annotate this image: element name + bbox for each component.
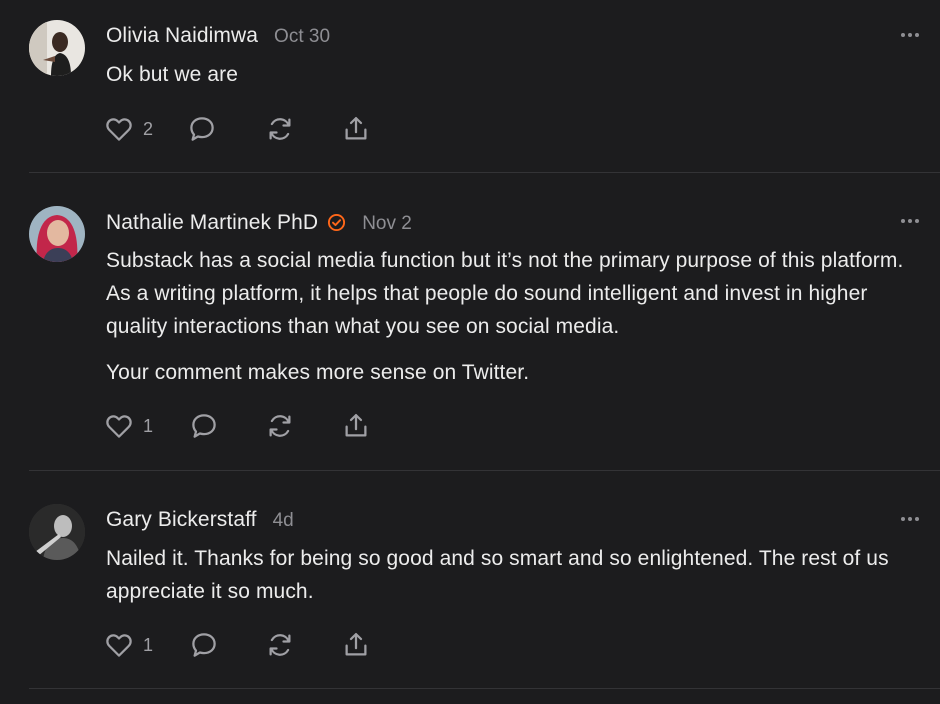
like-count: 1 [143, 634, 154, 655]
comment-date[interactable]: Nov 2 [362, 213, 412, 235]
share-icon [345, 414, 367, 437]
divider [29, 172, 940, 173]
comment-actions: 1 [104, 411, 371, 441]
comment-paragraph: Substack has a social media function but… [106, 249, 904, 338]
share-icon [345, 633, 367, 656]
like-count: 1 [143, 415, 154, 436]
like-count: 2 [143, 118, 154, 139]
comment-body: Nailed it. Thanks for being so good and … [106, 542, 926, 621]
avatar[interactable] [29, 20, 85, 76]
comment-bubble-icon [192, 633, 216, 657]
reply-button[interactable] [189, 630, 219, 660]
author-name[interactable]: Nathalie Martinek PhD [106, 211, 318, 235]
verified-check-icon [328, 213, 346, 232]
comment-header: Gary Bickerstaff 4d [106, 508, 294, 532]
comment-paragraph: Ok but we are [106, 63, 239, 86]
like-button[interactable]: 1 [104, 411, 153, 441]
more-dots-icon[interactable] [900, 217, 920, 225]
comment-header: Olivia Naidimwa Oct 30 [106, 24, 330, 48]
comment-actions: 1 [104, 630, 371, 660]
restack-icon [269, 634, 291, 656]
reply-button[interactable] [189, 411, 219, 441]
comment-actions: 2 [104, 114, 371, 144]
heart-icon [106, 634, 132, 657]
avatar[interactable] [29, 206, 85, 262]
share-icon [345, 117, 367, 140]
heart-icon [106, 118, 132, 141]
comment-paragraph: Nailed it. Thanks for being so good and … [106, 547, 889, 603]
comment-bubble-icon [192, 414, 216, 438]
author-name[interactable]: Olivia Naidimwa [106, 24, 258, 48]
restack-icon [269, 118, 291, 140]
comment-date[interactable]: 4d [273, 510, 294, 532]
reply-button[interactable] [187, 114, 217, 144]
like-button[interactable]: 1 [104, 630, 153, 660]
comment-header: Nathalie Martinek PhD Nov 2 [106, 210, 412, 235]
share-button[interactable] [341, 630, 371, 660]
restack-button[interactable] [265, 114, 295, 144]
comment-paragraph: Your comment makes more sense on Twitter… [106, 361, 530, 384]
restack-button[interactable] [265, 630, 295, 660]
author-name[interactable]: Gary Bickerstaff [106, 508, 257, 532]
comment-bubble-icon [190, 117, 214, 141]
avatar[interactable] [29, 504, 85, 560]
share-button[interactable] [341, 114, 371, 144]
heart-icon [106, 415, 132, 438]
restack-icon [269, 415, 291, 437]
like-button[interactable]: 2 [104, 114, 153, 144]
share-button[interactable] [341, 411, 371, 441]
comment-body: Substack has a social media function but… [106, 244, 926, 402]
more-dots-icon[interactable] [900, 31, 920, 39]
divider [29, 470, 940, 471]
comment-date[interactable]: Oct 30 [274, 26, 330, 48]
restack-button[interactable] [265, 411, 295, 441]
divider [29, 688, 940, 689]
more-dots-icon[interactable] [900, 515, 920, 523]
comment-body: Ok but we are [106, 58, 926, 104]
